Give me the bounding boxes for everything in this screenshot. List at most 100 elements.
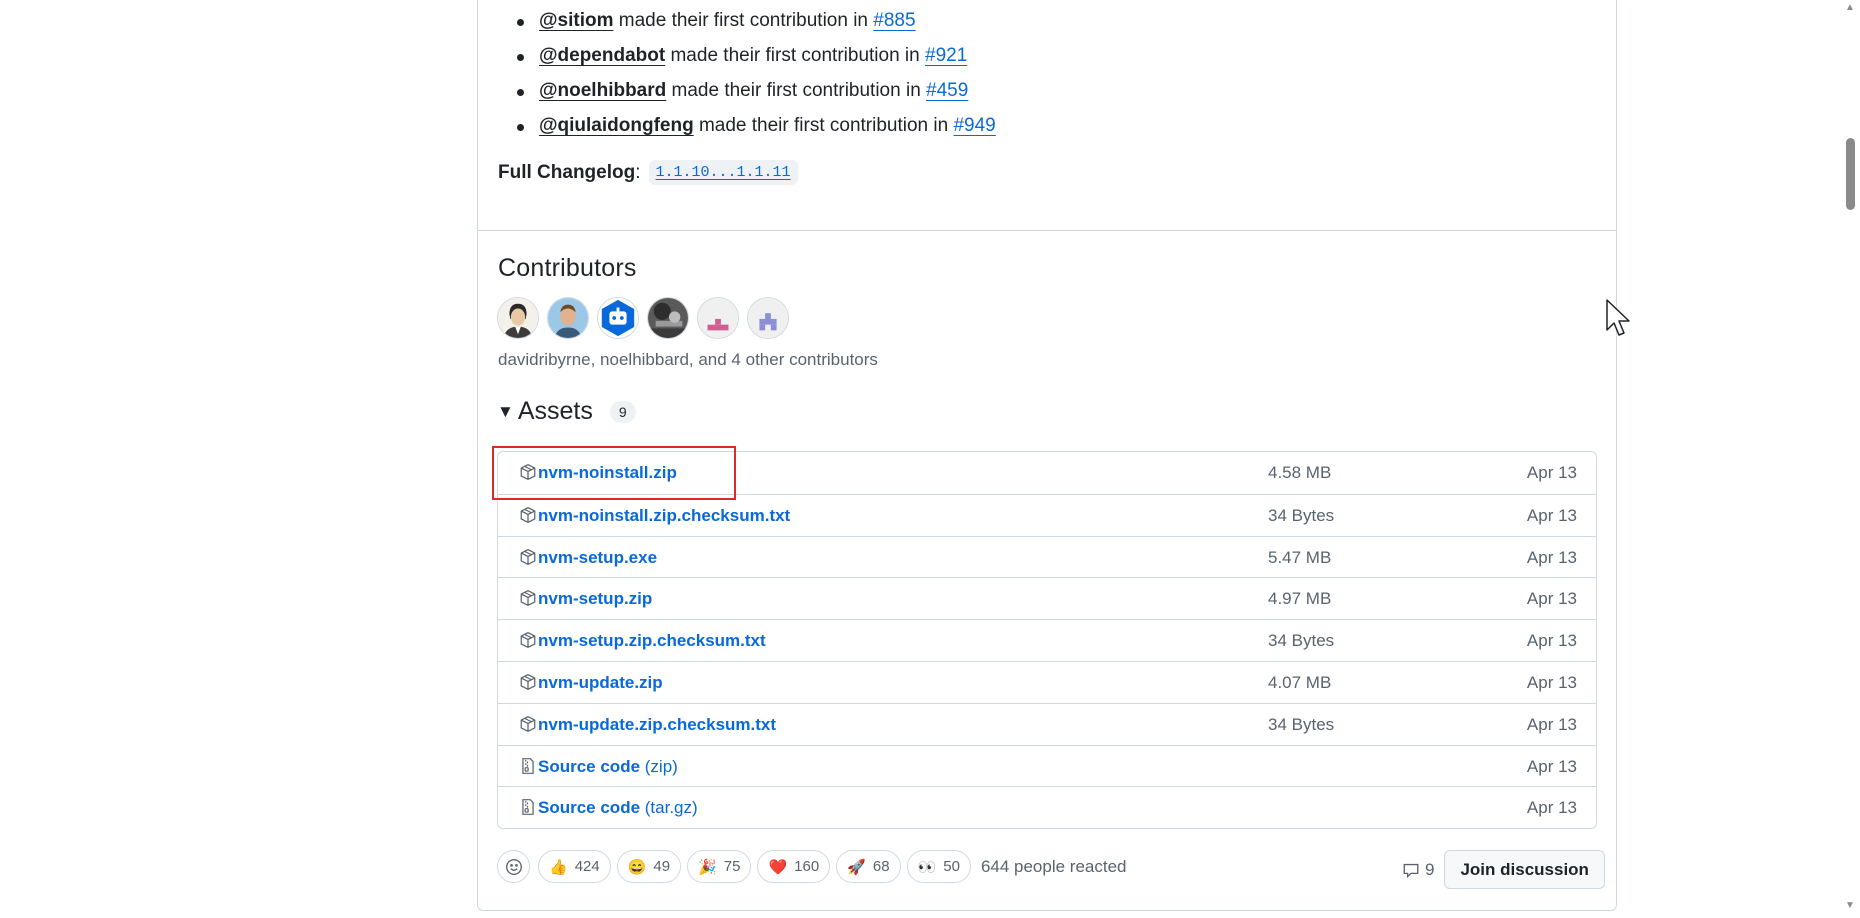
contribution-item: @dependabot made their first contributio… <box>513 41 996 76</box>
reaction-count: 424 <box>574 858 600 875</box>
new-contributors-list: @sitiom made their first contribution in… <box>513 6 996 146</box>
changelog-separator: : <box>635 161 641 183</box>
reaction-heart-button[interactable]: ❤️ 160 <box>757 850 831 883</box>
reactions-summary: 644 people reacted <box>980 856 1127 876</box>
package-icon <box>520 590 536 607</box>
asset-size: 4.58 MB <box>1268 463 1332 482</box>
avatar[interactable] <box>497 297 539 339</box>
asset-size: 4.97 MB <box>1268 589 1332 609</box>
asset-name: nvm-setup.zip.checksum.txt <box>538 631 766 651</box>
contribution-text: made their first contribution in <box>670 45 920 66</box>
section-divider <box>477 230 1617 231</box>
package-icon <box>520 548 536 565</box>
asset-suffix: (zip) <box>640 756 678 776</box>
asset-row: nvm-noinstall.zip.checksum.txt 34 Bytes Ap… <box>498 493 1596 536</box>
asset-link[interactable]: Source code (zip) <box>538 757 678 777</box>
file-zip-icon <box>522 799 534 816</box>
assets-title: Assets <box>517 397 593 425</box>
eyes-emoji-icon: 👀 <box>917 858 937 876</box>
asset-name: nvm-setup.exe <box>538 547 658 567</box>
reaction-count: 68 <box>872 858 890 875</box>
add-reaction-button[interactable] <box>497 850 530 883</box>
comment-count-value: 9 <box>1425 859 1435 879</box>
asset-date: Apr 13 <box>1526 547 1577 567</box>
asset-size: 4.07 MB <box>1268 672 1332 692</box>
caret-down-icon: ▼ <box>497 401 514 421</box>
laugh-emoji-icon: 😄 <box>627 858 647 876</box>
avatar[interactable] <box>747 297 789 339</box>
pr-link[interactable]: #885 <box>873 10 915 31</box>
asset-name: nvm-update.zip <box>538 672 663 692</box>
asset-link[interactable]: nvm-setup.exe <box>538 548 657 568</box>
asset-date: Apr 13 <box>1526 505 1577 525</box>
scrollbar-thumb[interactable] <box>1846 138 1855 210</box>
asset-date: Apr 13 <box>1526 589 1577 609</box>
asset-row: Source code (zip) Apr 13 <box>498 744 1596 787</box>
avatar[interactable] <box>697 297 739 339</box>
changelog-compare-link[interactable]: 1.1.10...1.1.11 <box>648 160 798 185</box>
highlight-box <box>492 446 736 500</box>
join-discussion-button[interactable]: Join discussion <box>1444 850 1605 889</box>
thumbs-up-emoji-icon: 👍 <box>549 858 568 876</box>
reaction-rocket-button[interactable]: 🚀 68 <box>836 850 901 883</box>
assets-toggle[interactable]: ▼ Assets 9 <box>497 397 636 426</box>
reaction-hooray-button[interactable]: 🎉 75 <box>687 850 752 883</box>
pr-link[interactable]: #459 <box>926 80 968 101</box>
user-link[interactable]: @dependabot <box>539 45 665 66</box>
scroll-down-arrow-icon[interactable]: ▼ <box>1845 900 1855 911</box>
package-icon <box>520 715 536 732</box>
asset-link[interactable]: nvm-update.zip.checksum.txt <box>538 715 776 735</box>
asset-name: nvm-noinstall.zip.checksum.txt <box>538 505 791 525</box>
avatar[interactable] <box>647 297 689 339</box>
asset-link[interactable]: nvm-setup.zip.checksum.txt <box>538 631 766 651</box>
reaction-laugh-button[interactable]: 😄 49 <box>616 850 682 883</box>
smiley-icon <box>505 858 522 875</box>
asset-date: Apr 13 <box>1526 714 1577 734</box>
asset-size: 34 Bytes <box>1268 714 1335 734</box>
reactions-bar: 👍 424 😄 49 🎉 75 ❤️ 160 🚀 68 👀 50 644 people reacted <box>497 850 1127 883</box>
contributors-summary: davidribyrne, noelhibbard, and 4 other c… <box>498 350 878 369</box>
pr-link[interactable]: #921 <box>925 45 967 66</box>
asset-row: nvm-setup.exe 5.47 MB Apr 13 <box>498 535 1596 578</box>
reaction-count: 50 <box>943 858 960 875</box>
contribution-text: made their first contribution in <box>618 10 868 31</box>
contribution-item: @noelhibbard made their first contributi… <box>513 76 996 111</box>
asset-size: 5.47 MB <box>1268 547 1332 567</box>
asset-row: nvm-setup.zip.checksum.txt 34 Bytes Apr 13 <box>498 619 1596 661</box>
contribution-text: made their first contribution in <box>671 80 921 101</box>
asset-link[interactable]: nvm-noinstall.zip.checksum.txt <box>538 506 790 526</box>
asset-date: Apr 13 <box>1526 756 1577 776</box>
user-link[interactable]: @sitiom <box>539 10 613 31</box>
asset-row: nvm-update.zip.checksum.txt 34 Bytes Apr 1… <box>498 702 1596 745</box>
comment-icon <box>1403 863 1419 878</box>
asset-row: Source code (tar.gz) Apr 13 <box>498 786 1596 828</box>
user-link[interactable]: @qiulaidongfeng <box>539 115 694 136</box>
asset-link[interactable]: nvm-setup.zip <box>538 589 652 609</box>
comment-count[interactable]: 9 <box>1402 860 1434 880</box>
reaction-count: 75 <box>723 858 741 875</box>
user-link[interactable]: @noelhibbard <box>539 80 666 101</box>
heart-emoji-icon: ❤️ <box>768 858 788 876</box>
contribution-item: @qiulaidongfeng made their first contrib… <box>513 111 996 146</box>
assets-list: nvm-noinstall.zip 4.58 MB Apr 13 nvm-noinst… <box>497 451 1597 830</box>
rocket-emoji-icon: 🚀 <box>847 858 866 876</box>
avatar[interactable] <box>547 297 589 339</box>
asset-name: nvm-setup.zip <box>538 589 653 609</box>
assets-count-badge: 9 <box>609 400 636 423</box>
pr-link[interactable]: #949 <box>953 115 995 136</box>
discussion-area: 9 Join discussion <box>1402 850 1605 889</box>
mouse-cursor-icon <box>1606 299 1630 336</box>
asset-link[interactable]: Source code (tar.gz) <box>538 798 698 818</box>
asset-link[interactable]: nvm-update.zip <box>538 673 663 693</box>
asset-date: Apr 13 <box>1526 672 1577 692</box>
reaction-thumbs-up-button[interactable]: 👍 424 <box>538 850 611 883</box>
reaction-count: 49 <box>653 858 671 875</box>
scroll-up-arrow-icon[interactable]: ▲ <box>1845 2 1855 13</box>
asset-name: Source code <box>538 756 641 776</box>
reaction-eyes-button[interactable]: 👀 50 <box>906 850 971 883</box>
asset-date: Apr 13 <box>1526 463 1577 482</box>
contribution-item: @sitiom made their first contribution in… <box>513 6 996 41</box>
avatar[interactable] <box>597 297 639 339</box>
full-changelog: Full Changelog: 1.1.10...1.1.11 <box>498 160 798 185</box>
contributors-title: Contributors <box>498 254 637 282</box>
